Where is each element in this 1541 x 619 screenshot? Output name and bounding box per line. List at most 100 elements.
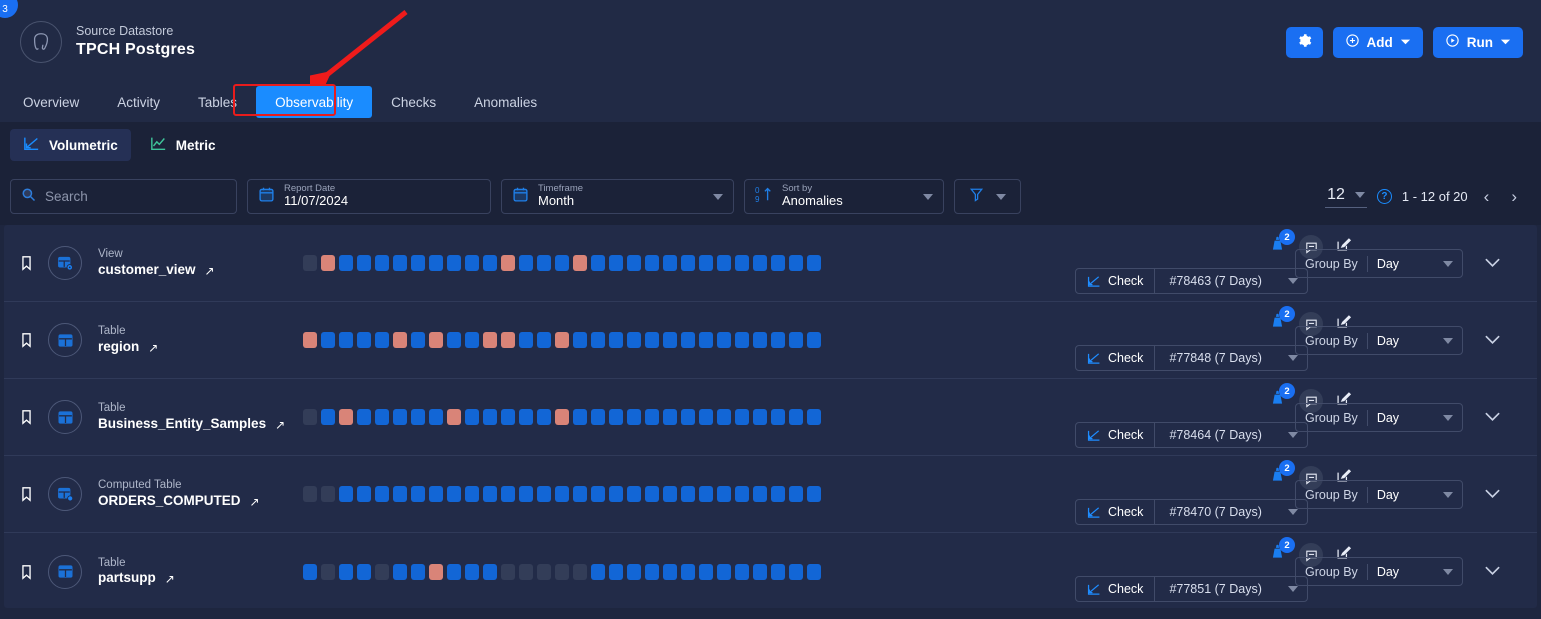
volumetric-cell-ok[interactable] [393, 563, 407, 580]
volumetric-cell-anom[interactable] [393, 332, 407, 348]
volumetric-cell-ok[interactable] [303, 563, 317, 580]
volumetric-cell-ok[interactable] [465, 486, 479, 502]
volumetric-cell-ok[interactable] [573, 409, 587, 425]
volumetric-cell-ok[interactable] [591, 486, 605, 502]
table-row[interactable]: Table Business_Entity_Samples ↗ 2 Check #7846… [4, 379, 1537, 456]
volumetric-cell-ok[interactable] [735, 563, 749, 580]
table-row[interactable]: Computed Table ORDERS_COMPUTED ↗ 2 Check #784… [4, 456, 1537, 533]
next-page-button[interactable]: › [1505, 187, 1523, 207]
nav-tab-anomalies[interactable]: Anomalies [455, 86, 556, 118]
volumetric-cell-ok[interactable] [771, 332, 785, 348]
expand-row-chevron-down-icon[interactable] [1484, 563, 1501, 581]
alerts-button[interactable]: 2 [1269, 229, 1295, 258]
tab-volumetric[interactable]: Volumetric [10, 129, 131, 161]
volumetric-cell-ok[interactable] [411, 255, 425, 271]
volumetric-cell-ok[interactable] [789, 255, 803, 271]
volumetric-cell-ok[interactable] [699, 409, 713, 425]
group-by-select[interactable]: Group By Day [1295, 249, 1463, 278]
volumetric-cell-ok[interactable] [645, 255, 659, 271]
volumetric-cell-ok[interactable] [519, 486, 533, 502]
volumetric-cell-ok[interactable] [519, 255, 533, 271]
volumetric-cell-ok[interactable] [501, 486, 515, 502]
volumetric-cell-ok[interactable] [375, 255, 389, 271]
volumetric-cell-ok[interactable] [321, 332, 335, 348]
volumetric-cell-ok[interactable] [681, 486, 695, 502]
volumetric-cell-ok[interactable] [465, 255, 479, 271]
prev-page-button[interactable]: ‹ [1478, 187, 1496, 207]
volumetric-cell-ok[interactable] [375, 409, 389, 425]
nav-tab-activity[interactable]: Activity [98, 86, 179, 118]
help-icon[interactable]: ? [1376, 189, 1392, 204]
volumetric-cell-ok[interactable] [735, 486, 749, 502]
alerts-button[interactable]: 2 [1269, 306, 1295, 335]
check-button[interactable]: Check [1076, 269, 1154, 293]
volumetric-cell-ok[interactable] [699, 563, 713, 580]
alerts-button[interactable]: 2 [1269, 383, 1295, 412]
settings-button[interactable] [1285, 26, 1323, 58]
open-external-icon[interactable]: ↗ [250, 496, 260, 510]
volumetric-cell-ok[interactable] [699, 255, 713, 271]
check-id-dropdown[interactable]: #78464 (7 Days) [1155, 423, 1306, 447]
volumetric-cell-ok[interactable] [609, 332, 623, 348]
alerts-button[interactable]: 2 [1269, 460, 1295, 489]
volumetric-cell-ok[interactable] [609, 486, 623, 502]
table-row[interactable]: Table partsupp ↗ 2 Check #77851 (7 Days) Group… [4, 533, 1537, 608]
volumetric-cell-ok[interactable] [627, 255, 641, 271]
volumetric-cell-none[interactable] [303, 255, 317, 271]
volumetric-cell-ok[interactable] [627, 409, 641, 425]
volumetric-cell-ok[interactable] [645, 409, 659, 425]
volumetric-cell-anom[interactable] [303, 332, 317, 348]
volumetric-cell-none[interactable] [519, 563, 533, 580]
volumetric-cell-ok[interactable] [537, 255, 551, 271]
volumetric-cell-ok[interactable] [591, 563, 605, 580]
volumetric-cell-anom[interactable] [501, 255, 515, 271]
volumetric-cell-none[interactable] [321, 563, 335, 580]
check-button[interactable]: Check [1076, 346, 1154, 370]
volumetric-cell-anom[interactable] [483, 332, 497, 348]
volumetric-cell-ok[interactable] [411, 486, 425, 502]
volumetric-cell-ok[interactable] [609, 409, 623, 425]
check-button[interactable]: Check [1076, 423, 1154, 447]
volumetric-cell-ok[interactable] [627, 563, 641, 580]
expand-row-chevron-down-icon[interactable] [1484, 486, 1501, 504]
filter-button[interactable] [954, 179, 1021, 214]
group-by-select[interactable]: Group By Day [1295, 403, 1463, 432]
report-date-field[interactable]: Report Date 11/07/2024 [247, 179, 491, 214]
volumetric-cell-ok[interactable] [753, 332, 767, 348]
volumetric-cell-ok[interactable] [771, 486, 785, 502]
volumetric-cell-ok[interactable] [807, 332, 821, 348]
volumetric-cell-ok[interactable] [591, 409, 605, 425]
volumetric-cell-ok[interactable] [465, 409, 479, 425]
volumetric-cell-none[interactable] [573, 563, 587, 580]
volumetric-cell-ok[interactable] [555, 486, 569, 502]
check-button[interactable]: Check [1076, 500, 1154, 524]
expand-row-chevron-down-icon[interactable] [1484, 332, 1501, 350]
volumetric-cell-ok[interactable] [447, 486, 461, 502]
volumetric-cell-ok[interactable] [447, 255, 461, 271]
group-by-select[interactable]: Group By Day [1295, 480, 1463, 509]
volumetric-cell-anom[interactable] [573, 255, 587, 271]
page-size-select[interactable]: 12 [1325, 186, 1367, 208]
volumetric-cell-ok[interactable] [717, 409, 731, 425]
volumetric-cell-anom[interactable] [555, 332, 569, 348]
volumetric-cell-anom[interactable] [339, 409, 353, 425]
volumetric-cell-ok[interactable] [537, 332, 551, 348]
volumetric-cell-ok[interactable] [447, 563, 461, 580]
volumetric-cell-none[interactable] [321, 486, 335, 502]
volumetric-cell-ok[interactable] [771, 563, 785, 580]
timeframe-select[interactable]: Timeframe Month [501, 179, 734, 214]
volumetric-cell-none[interactable] [303, 486, 317, 502]
add-button[interactable]: Add [1332, 26, 1423, 58]
volumetric-cell-none[interactable] [501, 563, 515, 580]
volumetric-cell-ok[interactable] [429, 486, 443, 502]
volumetric-cell-ok[interactable] [789, 563, 803, 580]
check-button[interactable]: Check [1076, 577, 1154, 601]
volumetric-cell-anom[interactable] [321, 255, 335, 271]
volumetric-cell-ok[interactable] [645, 486, 659, 502]
volumetric-cell-ok[interactable] [627, 486, 641, 502]
volumetric-cell-ok[interactable] [339, 332, 353, 348]
volumetric-cell-ok[interactable] [753, 486, 767, 502]
volumetric-cell-none[interactable] [555, 563, 569, 580]
volumetric-cell-ok[interactable] [717, 255, 731, 271]
volumetric-cell-anom[interactable] [447, 409, 461, 425]
